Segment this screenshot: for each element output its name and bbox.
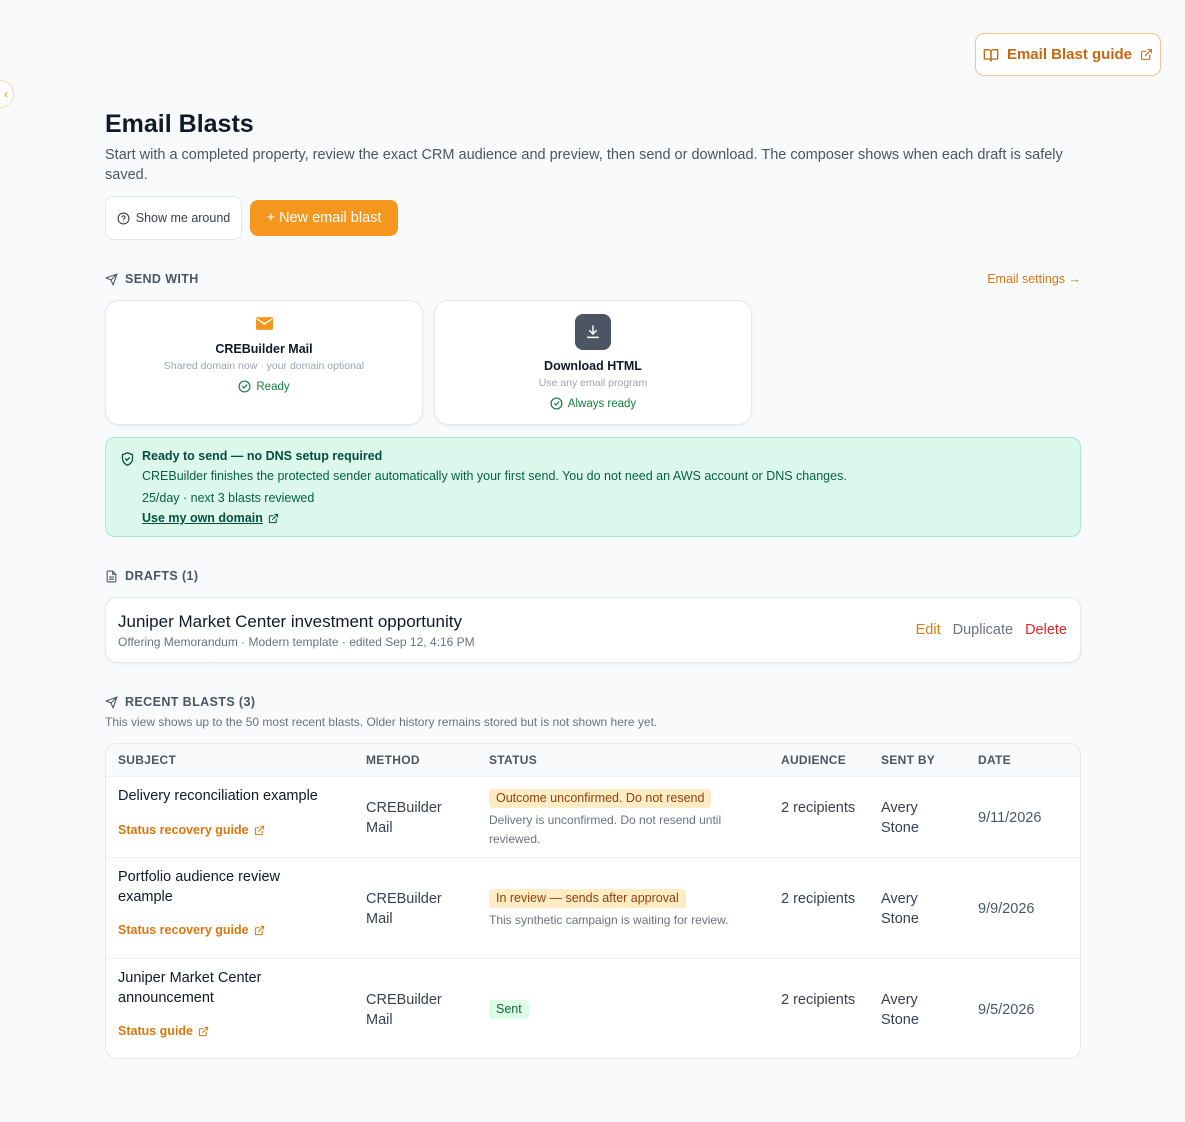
ready-to-send-notice: Ready to send — no DNS setup required CR… — [105, 437, 1081, 537]
use-own-domain-link[interactable]: Use my own domain — [142, 511, 279, 525]
delete-draft-button[interactable]: Delete — [1025, 622, 1067, 638]
table-row[interactable]: Juniper Market Center announcement Statu… — [106, 958, 1080, 1058]
show-me-around-button[interactable]: Show me around — [105, 196, 242, 240]
column-header-sent-by: SENT BY — [881, 753, 936, 767]
send-with-label: SEND WITH — [125, 272, 199, 286]
new-email-blast-button[interactable]: + New email blast — [250, 200, 398, 236]
column-header-subject: SUBJECT — [118, 753, 177, 767]
blast-audience: 2 recipients — [781, 992, 856, 1008]
recent-blasts-label: RECENT BLASTS (3) — [125, 695, 256, 709]
draft-title: Juniper Market Center investment opportu… — [118, 612, 462, 631]
blast-date: 9/5/2026 — [978, 1002, 1035, 1018]
table-row[interactable]: Portfolio audience review example Status… — [106, 857, 1080, 958]
email-blast-guide-button[interactable]: Email Blast guide — [975, 33, 1161, 76]
method-subtitle: Shared domain now · your domain optional — [163, 360, 365, 372]
envelope-icon — [106, 317, 422, 331]
blast-audience: 2 recipients — [781, 891, 856, 907]
blast-date: 9/9/2026 — [978, 901, 1035, 917]
method-title: CREBuilder Mail — [215, 342, 313, 356]
draft-actions: Edit Duplicate Delete — [916, 622, 1067, 638]
page-title: Email Blasts — [105, 110, 254, 138]
blast-sent-by: Avery Stone — [881, 891, 919, 927]
document-icon — [106, 570, 117, 582]
blast-status: Sent — [489, 999, 759, 1019]
draft-item: Juniper Market Center investment opportu… — [105, 597, 1081, 663]
method-subtitle: Use any email program — [538, 377, 648, 389]
status-note: This synthetic campaign is waiting for r… — [489, 913, 729, 927]
column-header-audience: AUDIENCE — [781, 753, 847, 767]
notice-title: Ready to send — no DNS setup required — [142, 449, 383, 463]
external-link-icon — [1141, 49, 1152, 60]
blast-date: 9/11/2026 — [978, 810, 1042, 826]
check-circle-icon — [238, 380, 251, 393]
check-circle-icon — [550, 397, 563, 410]
help-circle-icon — [117, 212, 130, 224]
blast-subject: Delivery reconciliation example — [118, 788, 318, 804]
blast-audience: 2 recipients — [781, 800, 856, 816]
send-with-heading: SEND WITH — [105, 272, 199, 286]
page-subtitle: Start with a completed property, review … — [105, 147, 1063, 183]
send-icon — [105, 696, 118, 708]
download-icon — [575, 314, 611, 350]
blast-method: CREBuilder Mail — [366, 992, 442, 1028]
table-header: SUBJECT METHOD STATUS AUDIENCE SENT BY D… — [106, 744, 1080, 777]
blast-status: In review — sends after approval This sy… — [489, 888, 759, 930]
notice-text: CREBuilder finishes the protected sender… — [142, 469, 847, 483]
recent-blasts-note: This view shows up to the 50 most recent… — [105, 715, 658, 729]
guide-button-label: Email Blast guide — [1006, 46, 1133, 63]
send-limit: 25/day · next 3 blasts reviewed — [142, 491, 315, 505]
column-header-status: STATUS — [489, 753, 538, 767]
status-badge: In review — sends after approval — [489, 889, 686, 908]
sidebar-collapse-handle[interactable]: ‹ — [0, 80, 14, 108]
blast-method: CREBuilder Mail — [366, 800, 442, 836]
method-title: Download HTML — [544, 359, 642, 373]
external-link-icon — [254, 825, 264, 835]
blast-status: Outcome unconfirmed. Do not resend Deliv… — [489, 788, 759, 849]
edit-draft-button[interactable]: Edit — [916, 622, 941, 638]
book-icon — [983, 48, 999, 62]
recent-blasts-heading: RECENT BLASTS (3) — [105, 695, 255, 709]
blast-method: CREBuilder Mail — [366, 891, 442, 927]
status-recovery-guide-link[interactable]: Status recovery guide — [118, 823, 265, 837]
status-badge: Outcome unconfirmed. Do not resend — [489, 789, 712, 808]
duplicate-draft-button[interactable]: Duplicate — [953, 622, 1013, 638]
status-recovery-guide-link[interactable]: Status recovery guide — [118, 923, 265, 937]
external-link-icon — [268, 513, 278, 523]
recent-blasts-table: SUBJECT METHOD STATUS AUDIENCE SENT BY D… — [105, 743, 1081, 1059]
status-note: Delivery is unconfirmed. Do not resend u… — [489, 813, 722, 846]
method-status: Always ready — [435, 397, 751, 410]
external-link-icon — [198, 1026, 209, 1036]
method-status: Ready — [106, 380, 422, 393]
tour-button-label: Show me around — [135, 211, 231, 225]
blast-subject: Juniper Market Center announcement — [118, 970, 262, 1006]
method-card-download-html[interactable]: Download HTML Use any email program Alwa… — [434, 300, 752, 425]
drafts-heading: DRAFTS (1) — [105, 569, 198, 583]
shield-check-icon — [121, 452, 134, 466]
draft-meta: Offering Memorandum · Modern template · … — [118, 635, 475, 649]
chevron-left-icon: ‹ — [4, 87, 8, 101]
external-link-icon — [254, 925, 264, 935]
send-icon — [105, 273, 118, 285]
method-card-crebuilder-mail[interactable]: CREBuilder Mail Shared domain now · your… — [105, 300, 423, 425]
blast-subject: Portfolio audience review example — [118, 869, 281, 905]
blast-sent-by: Avery Stone — [881, 800, 919, 836]
column-header-date: DATE — [978, 753, 1011, 767]
email-settings-link[interactable]: Email settings → — [987, 272, 1081, 286]
blast-sent-by: Avery Stone — [881, 992, 919, 1028]
drafts-label: DRAFTS (1) — [125, 569, 199, 583]
status-guide-link[interactable]: Status guide — [118, 1024, 209, 1038]
column-header-method: METHOD — [366, 753, 420, 767]
status-badge: Sent — [489, 1000, 529, 1019]
